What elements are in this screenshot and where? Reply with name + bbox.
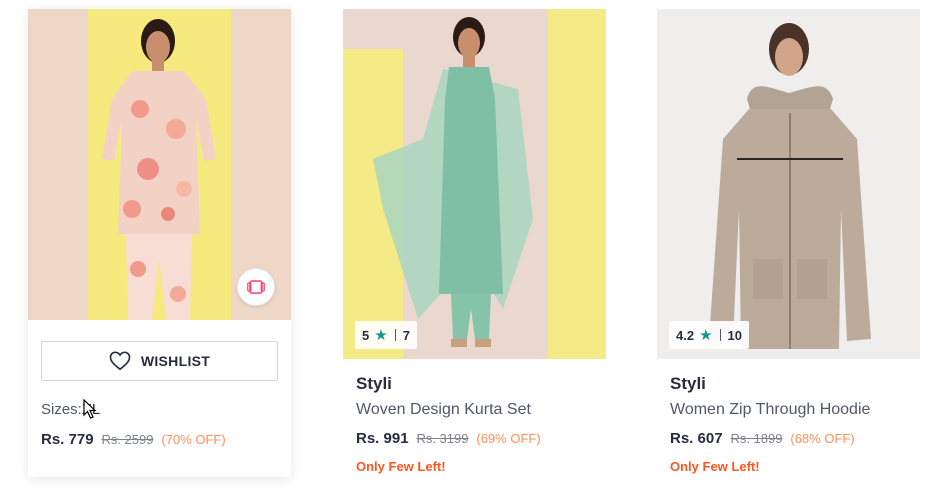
brand-name: Styli (356, 374, 392, 393)
view-similar-icon (247, 280, 265, 294)
mouse-pointer-icon (83, 399, 97, 419)
selling-price: Rs. 779 (41, 431, 94, 448)
rating-badge: 4.2 ★ 10 (669, 321, 749, 349)
discount-badge: (68% OFF) (790, 431, 855, 446)
original-price: Rs. 1899 (730, 431, 783, 446)
discount-badge: (70% OFF) (161, 432, 226, 447)
rating-value: 4.2 (676, 327, 695, 343)
star-icon: ★ (699, 327, 713, 344)
price-row-2: Rs. 991 Rs. 3199 (69% OFF) (356, 430, 541, 447)
product-image-2[interactable]: 5 ★ 7 (343, 9, 606, 359)
rating-badge: 5 ★ 7 (355, 321, 417, 349)
view-similar-button[interactable] (237, 268, 275, 306)
product-card-3[interactable]: 4.2 ★ 10 Styli Women Zip Through Hoodie … (657, 9, 920, 474)
product-name: Woven Design Kurta Set (356, 401, 531, 418)
star-icon: ★ (374, 327, 388, 344)
selling-price: Rs. 991 (356, 430, 409, 447)
rating-divider (719, 329, 721, 341)
rating-count: 10 (727, 327, 742, 343)
selling-price: Rs. 607 (670, 430, 723, 447)
original-price: Rs. 3199 (416, 431, 469, 446)
price-row-1: Rs. 779 Rs. 2599 (70% OFF) (41, 431, 226, 448)
heart-outline-icon (109, 351, 131, 371)
wishlist-label: WISHLIST (140, 353, 211, 369)
sizes-label: Sizes: (41, 401, 82, 418)
rating-count: 7 (402, 327, 410, 343)
original-price: Rs. 2599 (101, 432, 154, 447)
rating-value: 5 (362, 327, 370, 343)
product-name: Women Zip Through Hoodie (670, 401, 871, 418)
product-image-3[interactable]: 4.2 ★ 10 (657, 9, 920, 359)
product-card-2[interactable]: 5 ★ 7 Styli Woven Design Kurta Set Rs. 9… (343, 9, 606, 474)
wishlist-button[interactable]: WISHLIST (41, 341, 278, 381)
product-card-1[interactable]: WISHLIST Sizes:XL Rs. 779 Rs. 2599 (70% … (28, 9, 291, 477)
product-info-2: Styli Woven Design Kurta Set Rs. 991 Rs.… (356, 374, 541, 474)
price-row-3: Rs. 607 Rs. 1899 (68% OFF) (670, 430, 870, 447)
stock-warning: Only Few Left! (356, 459, 446, 474)
product-image-1[interactable] (28, 9, 291, 320)
discount-badge: (69% OFF) (476, 431, 541, 446)
rating-divider (394, 329, 396, 341)
stock-warning: Only Few Left! (670, 459, 760, 474)
product-info-3: Styli Women Zip Through Hoodie Rs. 607 R… (670, 374, 870, 474)
brand-name: Styli (670, 374, 706, 393)
